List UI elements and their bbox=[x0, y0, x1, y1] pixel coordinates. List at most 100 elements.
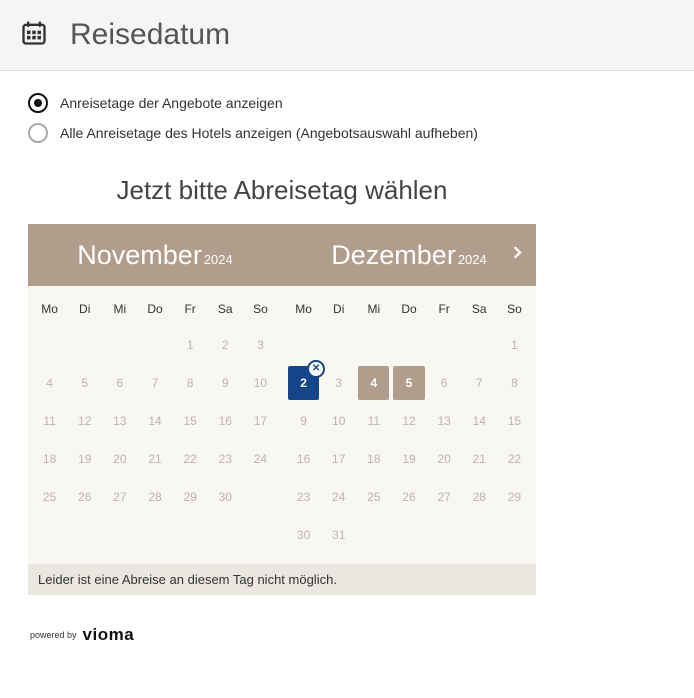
radio-label: Alle Anreisetage des Hotels anzeigen (An… bbox=[60, 125, 478, 141]
day-cell[interactable]: 8 bbox=[175, 366, 206, 400]
day-cell[interactable]: 16 bbox=[210, 404, 241, 438]
day-cell[interactable]: 24 bbox=[323, 480, 354, 514]
day-cell[interactable]: 24 bbox=[245, 442, 276, 476]
day-cell[interactable]: 27 bbox=[104, 480, 135, 514]
day-cell[interactable]: 13 bbox=[104, 404, 135, 438]
day-cell[interactable]: 28 bbox=[139, 480, 170, 514]
day-cell[interactable]: 10 bbox=[323, 404, 354, 438]
day-cell[interactable]: 18 bbox=[34, 442, 65, 476]
day-cell[interactable]: 17 bbox=[245, 404, 276, 438]
dow-label: Mi bbox=[102, 292, 137, 326]
day-cell[interactable]: 19 bbox=[69, 442, 100, 476]
day-cell[interactable]: 11 bbox=[34, 404, 65, 438]
dow-label: Mo bbox=[286, 292, 321, 326]
dow-label: Sa bbox=[462, 292, 497, 326]
day-cell[interactable]: 31 bbox=[323, 518, 354, 552]
day-cell[interactable]: 12 bbox=[69, 404, 100, 438]
day-cell bbox=[393, 518, 424, 552]
info-message: Leider ist eine Abreise an diesem Tag ni… bbox=[28, 564, 536, 595]
radio-label: Anreisetage der Angebote anzeigen bbox=[60, 95, 283, 111]
day-cell[interactable]: 13 bbox=[429, 404, 460, 438]
dow-label: Mo bbox=[32, 292, 67, 326]
day-cell[interactable]: 10 bbox=[245, 366, 276, 400]
day-cell[interactable]: 14 bbox=[464, 404, 495, 438]
day-cell[interactable]: 7 bbox=[139, 366, 170, 400]
radio-offer-days[interactable]: Anreisetage der Angebote anzeigen bbox=[28, 93, 666, 113]
day-cell bbox=[104, 328, 135, 362]
day-cell[interactable]: 11 bbox=[358, 404, 389, 438]
calendar-icon bbox=[20, 19, 48, 52]
day-cell bbox=[464, 328, 495, 362]
dow-label: So bbox=[497, 292, 532, 326]
day-cell bbox=[288, 328, 319, 362]
day-cell[interactable]: 19 bbox=[393, 442, 424, 476]
day-cell[interactable]: 22 bbox=[499, 442, 530, 476]
day-cell[interactable]: 14 bbox=[139, 404, 170, 438]
day-cell[interactable]: 28 bbox=[464, 480, 495, 514]
next-month-button[interactable] bbox=[508, 244, 526, 267]
day-cell[interactable]: 1 bbox=[499, 328, 530, 362]
day-cell[interactable]: 6 bbox=[104, 366, 135, 400]
subheading: Jetzt bitte Abreisetag wählen bbox=[28, 175, 536, 206]
day-cell[interactable]: 3 bbox=[245, 328, 276, 362]
day-cell[interactable]: 23 bbox=[288, 480, 319, 514]
day-cell[interactable]: 21 bbox=[464, 442, 495, 476]
month-left: November2024 bbox=[28, 240, 282, 271]
dow-label: Do bbox=[391, 292, 426, 326]
dow-label: Di bbox=[321, 292, 356, 326]
day-cell[interactable]: 25 bbox=[358, 480, 389, 514]
dow-label: Fr bbox=[427, 292, 462, 326]
day-cell[interactable]: 18 bbox=[358, 442, 389, 476]
day-cell[interactable]: 26 bbox=[393, 480, 424, 514]
day-cell[interactable]: 5 bbox=[69, 366, 100, 400]
day-cell bbox=[245, 480, 276, 514]
day-cell[interactable]: 15 bbox=[175, 404, 206, 438]
day-cell[interactable]: 26 bbox=[69, 480, 100, 514]
day-cell[interactable]: 2 bbox=[210, 328, 241, 362]
day-cell bbox=[464, 518, 495, 552]
dow-label: Do bbox=[137, 292, 172, 326]
brand-logo: vioma bbox=[83, 625, 135, 645]
day-cell[interactable]: 5 bbox=[393, 366, 424, 400]
day-cell[interactable]: 27 bbox=[429, 480, 460, 514]
dow-label: Di bbox=[67, 292, 102, 326]
dow-label: Mi bbox=[356, 292, 391, 326]
month-right: Dezember2024 bbox=[282, 240, 536, 271]
day-cell[interactable]: 16 bbox=[288, 442, 319, 476]
day-cell[interactable]: 30 bbox=[210, 480, 241, 514]
day-cell[interactable]: 20 bbox=[429, 442, 460, 476]
day-cell bbox=[429, 328, 460, 362]
day-cell[interactable]: 4 bbox=[358, 366, 389, 400]
day-cell[interactable]: 21 bbox=[139, 442, 170, 476]
dow-label: So bbox=[243, 292, 278, 326]
day-cell[interactable]: 29 bbox=[175, 480, 206, 514]
day-cell bbox=[358, 518, 389, 552]
day-cell bbox=[499, 518, 530, 552]
day-cell bbox=[69, 328, 100, 362]
calendar: November2024 Dezember2024 MoDiMiDoFrSaSo… bbox=[28, 224, 536, 564]
radio-all-days[interactable]: Alle Anreisetage des Hotels anzeigen (An… bbox=[28, 123, 666, 143]
day-cell[interactable]: 6 bbox=[429, 366, 460, 400]
day-cell[interactable]: 4 bbox=[34, 366, 65, 400]
day-cell[interactable]: 15 bbox=[499, 404, 530, 438]
day-cell[interactable]: 30 bbox=[288, 518, 319, 552]
day-cell[interactable]: 7 bbox=[464, 366, 495, 400]
day-cell[interactable]: 22 bbox=[175, 442, 206, 476]
day-cell bbox=[34, 328, 65, 362]
day-cell[interactable]: 25 bbox=[34, 480, 65, 514]
day-cell[interactable]: 3 bbox=[323, 366, 354, 400]
day-cell[interactable]: 12 bbox=[393, 404, 424, 438]
day-cell[interactable]: 1 bbox=[175, 328, 206, 362]
day-cell[interactable]: 17 bbox=[323, 442, 354, 476]
day-cell[interactable]: 2✕ bbox=[288, 366, 319, 400]
day-cell[interactable]: 9 bbox=[288, 404, 319, 438]
day-cell[interactable]: 29 bbox=[499, 480, 530, 514]
day-cell[interactable]: 23 bbox=[210, 442, 241, 476]
day-cell bbox=[139, 328, 170, 362]
day-cell[interactable]: 8 bbox=[499, 366, 530, 400]
day-cell[interactable]: 20 bbox=[104, 442, 135, 476]
radio-icon bbox=[28, 123, 48, 143]
day-cell bbox=[358, 328, 389, 362]
day-cell[interactable]: 9 bbox=[210, 366, 241, 400]
day-cell bbox=[323, 328, 354, 362]
